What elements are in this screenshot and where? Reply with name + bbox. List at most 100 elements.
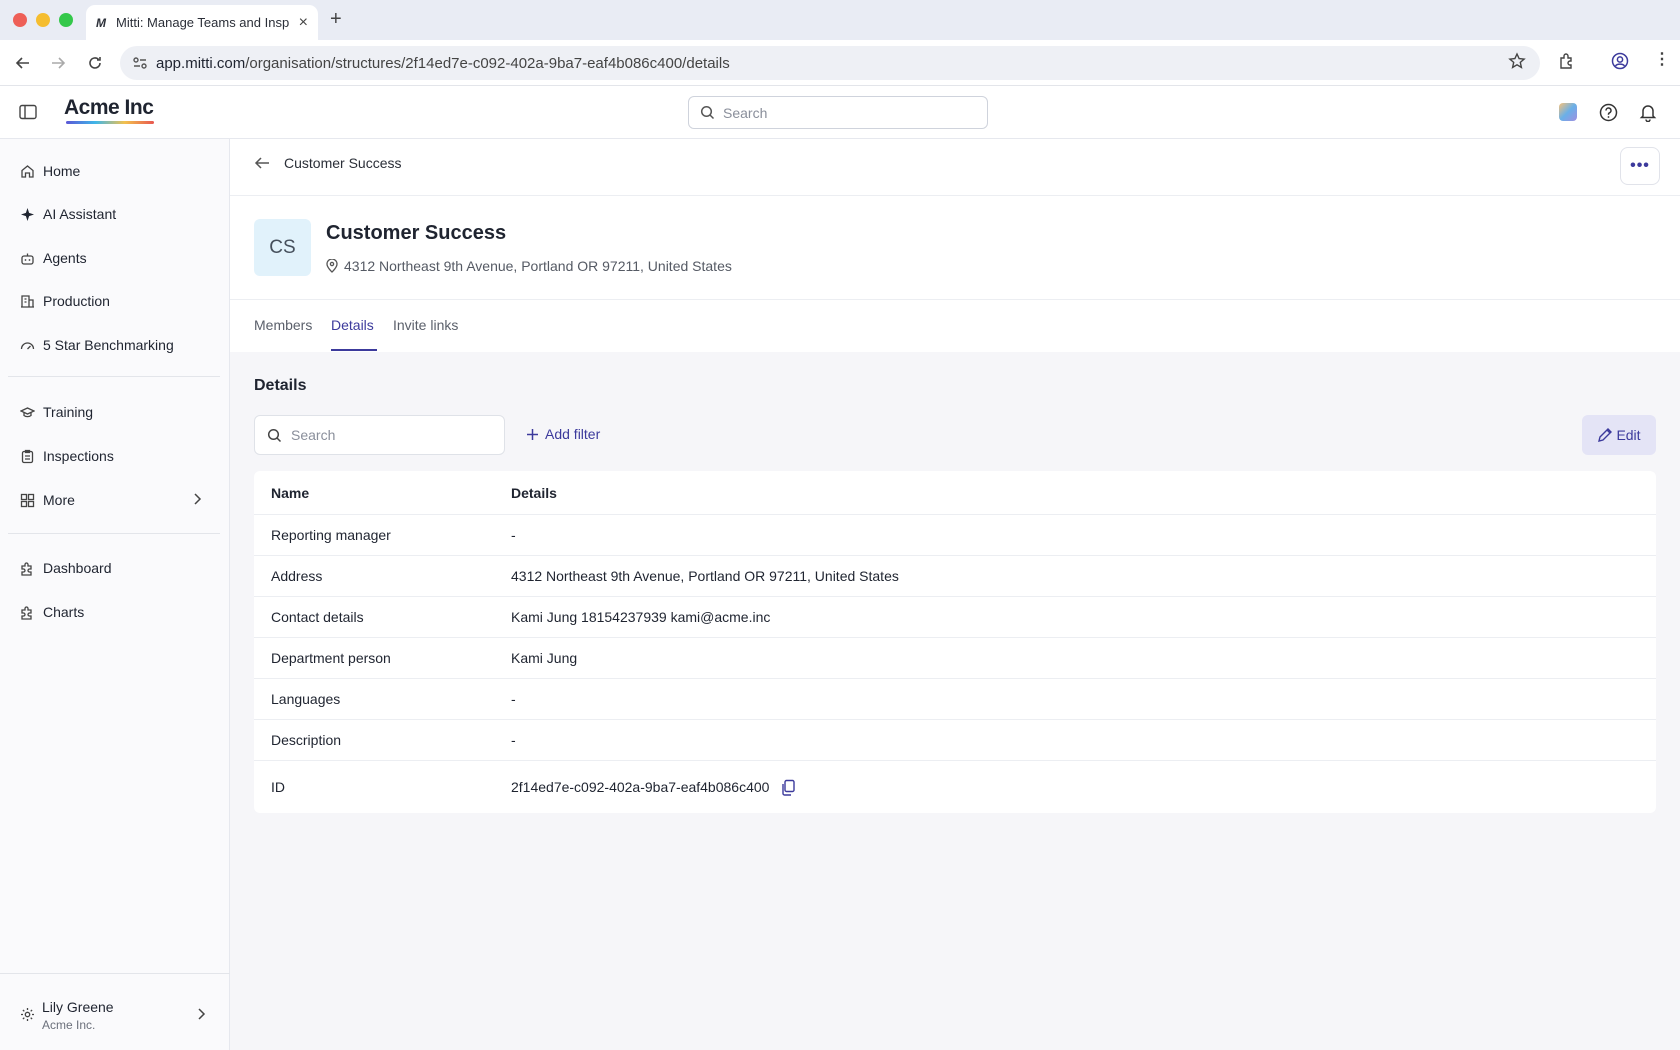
building-icon — [21, 294, 34, 308]
help-icon[interactable] — [1599, 103, 1618, 127]
user-org: Acme Inc. — [42, 1018, 96, 1032]
pencil-icon — [1597, 427, 1613, 443]
browser-menu-icon[interactable]: ⋮ — [1654, 49, 1670, 69]
sidebar-item-label: Agents — [43, 250, 87, 266]
team-header-section: Customer Success ••• CS Customer Success… — [230, 139, 1680, 352]
close-window-dot[interactable] — [13, 13, 27, 27]
sidebar-item-inspections[interactable]: Inspections — [20, 445, 114, 467]
robot-icon — [21, 253, 34, 265]
sidebar-item-label: Training — [43, 404, 94, 420]
copy-icon[interactable] — [781, 779, 796, 796]
more-actions-button[interactable]: ••• — [1620, 147, 1660, 185]
details-search-placeholder: Search — [291, 427, 336, 443]
close-tab-icon[interactable]: × — [299, 14, 308, 32]
plus-icon — [526, 428, 539, 441]
team-address-text: 4312 Northeast 9th Avenue, Portland OR 9… — [344, 258, 732, 274]
sidebar-item-5-star-benchmarking[interactable]: 5 Star Benchmarking — [20, 334, 174, 356]
browser-tab-title: Mitti: Manage Teams and Insp — [116, 15, 290, 30]
company-logo[interactable]: Acme Inc — [64, 96, 154, 120]
chevron-right-icon — [196, 1007, 206, 1026]
address-bar[interactable]: app.mitti.com/organisation/structures/2f… — [120, 46, 1540, 80]
sidebar-item-dashboard[interactable]: Dashboard — [20, 557, 112, 579]
browser-chrome: M Mitti: Manage Teams and Insp × + app.m… — [0, 0, 1680, 86]
home-icon — [21, 164, 34, 178]
table-row: Department person Kami Jung — [254, 638, 1656, 679]
table-row: Address 4312 Northeast 9th Avenue, Portl… — [254, 556, 1656, 597]
row-value: - — [511, 527, 516, 543]
maximize-window-dot[interactable] — [59, 13, 73, 27]
gauge-icon — [20, 341, 35, 349]
browser-tab[interactable]: M Mitti: Manage Teams and Insp × — [86, 5, 318, 40]
profile-icon[interactable] — [1611, 52, 1629, 75]
settings-gear-icon — [20, 1007, 35, 1027]
global-search-placeholder: Search — [723, 104, 768, 121]
row-value-id: 2f14ed7e-c092-402a-9ba7-eaf4b086c400 — [511, 779, 796, 796]
row-name: Languages — [271, 691, 341, 707]
id-text: 2f14ed7e-c092-402a-9ba7-eaf4b086c400 — [511, 779, 770, 795]
reload-icon[interactable] — [82, 50, 108, 76]
table-row: Contact details Kami Jung 18154237939 ka… — [254, 597, 1656, 638]
add-filter-button[interactable]: Add filter — [526, 426, 600, 442]
ai-sparkle-app-icon[interactable] — [1559, 103, 1577, 121]
details-search-input[interactable]: Search — [254, 415, 505, 455]
tab-bar: M Mitti: Manage Teams and Insp × + — [0, 0, 1680, 40]
row-name: Description — [271, 732, 342, 748]
team-avatar: CS — [254, 219, 311, 276]
user-name: Lily Greene — [42, 999, 114, 1015]
row-value: - — [511, 732, 516, 748]
forward-icon[interactable] — [45, 50, 71, 76]
back-arrow-icon[interactable] — [254, 156, 270, 170]
sidebar-item-training[interactable]: Training — [20, 401, 93, 423]
global-search-input[interactable]: Search — [688, 96, 988, 129]
section-title: Details — [254, 377, 307, 394]
new-tab-icon[interactable]: + — [330, 8, 342, 31]
site-favicon-icon: M — [96, 15, 106, 30]
add-filter-label: Add filter — [545, 426, 601, 442]
sidebar-item-label: 5 Star Benchmarking — [43, 337, 174, 353]
column-header-name: Name — [271, 484, 310, 501]
sidebar-item-more[interactable]: More — [20, 489, 210, 511]
minimize-window-dot[interactable] — [36, 13, 50, 27]
tab-invite-links[interactable]: Invite links — [393, 317, 458, 333]
breadcrumb-current: Customer Success — [284, 155, 402, 171]
sidebar-item-label: AI Assistant — [43, 206, 117, 222]
row-name: Address — [271, 568, 323, 584]
grid-icon — [20, 493, 35, 507]
row-name: ID — [271, 779, 285, 795]
sidebar-item-label: Production — [43, 293, 110, 309]
graduation-cap-icon — [20, 406, 35, 417]
location-pin-icon — [326, 259, 338, 273]
user-menu[interactable]: Lily Greene Acme Inc. — [0, 973, 230, 1050]
sidebar-divider — [8, 533, 220, 534]
sidebar-item-production[interactable]: Production — [20, 290, 110, 312]
edit-label: Edit — [1616, 427, 1641, 443]
main-content: Customer Success ••• CS Customer Success… — [230, 139, 1680, 1050]
site-info-icon[interactable] — [132, 55, 148, 75]
sidebar-item-label: Charts — [43, 604, 85, 620]
sidebar-item-ai-assistant[interactable]: AI Assistant — [20, 203, 116, 225]
sidebar: Home AI Assistant Agents Production 5 St… — [0, 139, 230, 1050]
sidebar-item-agents[interactable]: Agents — [20, 247, 87, 269]
search-icon — [700, 105, 715, 123]
table-row: Description - — [254, 720, 1656, 761]
breadcrumb: Customer Success — [254, 155, 401, 171]
logo-underline — [66, 121, 154, 124]
notifications-bell-icon[interactable] — [1639, 103, 1657, 127]
tab-members[interactable]: Members — [254, 317, 312, 333]
row-value: 4312 Northeast 9th Avenue, Portland OR 9… — [511, 568, 899, 584]
sidebar-item-label: Dashboard — [43, 560, 112, 576]
bookmark-star-icon[interactable] — [1508, 52, 1526, 75]
divider — [230, 195, 1680, 196]
extensions-icon[interactable] — [1558, 52, 1576, 75]
sidebar-item-charts[interactable]: Charts — [20, 601, 84, 623]
sidebar-item-home[interactable]: Home — [20, 160, 80, 182]
sidebar-item-label: Inspections — [43, 448, 114, 464]
puzzle-icon — [21, 561, 32, 576]
back-icon[interactable] — [10, 50, 36, 76]
column-header-details: Details — [511, 484, 557, 501]
sidebar-toggle-icon[interactable] — [19, 104, 37, 125]
sidebar-item-label: More — [43, 492, 75, 508]
edit-button[interactable]: Edit — [1582, 415, 1656, 455]
tab-details[interactable]: Details — [331, 317, 374, 333]
table-row: ID 2f14ed7e-c092-402a-9ba7-eaf4b086c400 — [254, 761, 1656, 813]
